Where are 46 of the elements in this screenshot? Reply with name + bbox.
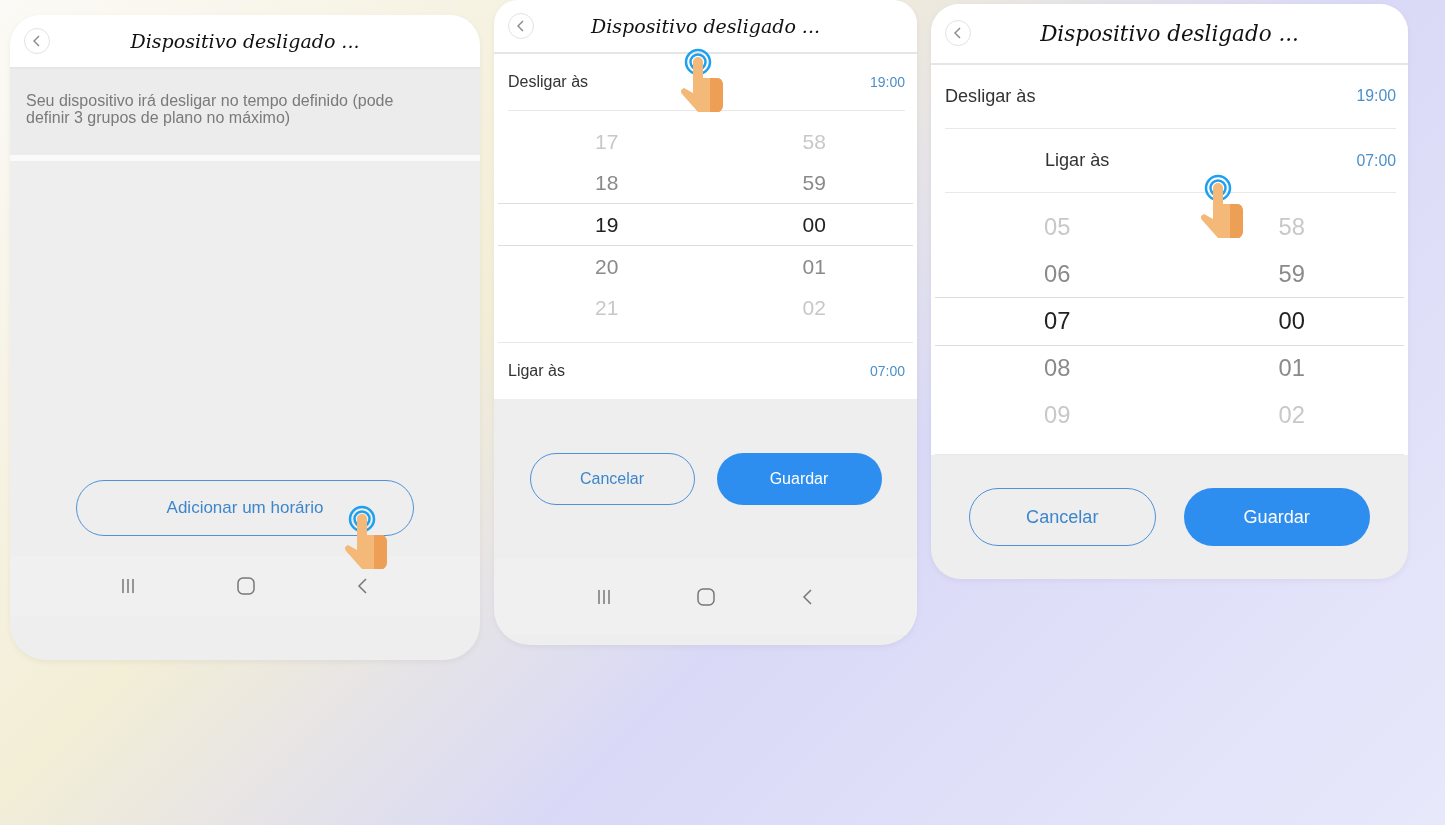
- time-value: 07:00: [1356, 151, 1396, 170]
- time-value: 19:00: [1356, 87, 1396, 106]
- row-label: Desligar às: [508, 73, 589, 91]
- row-label: Ligar às: [1044, 150, 1110, 172]
- back-button[interactable]: [508, 13, 534, 39]
- hour-value: 18: [594, 170, 620, 195]
- hour-value: 19: [594, 212, 620, 237]
- picker-row[interactable]: 19 00: [498, 203, 913, 246]
- recent-apps-icon: [596, 588, 613, 606]
- picker-row[interactable]: 06 59: [935, 250, 1404, 298]
- picker-row[interactable]: 08 01: [935, 345, 1404, 392]
- recent-apps-icon: [120, 577, 136, 595]
- picker-row[interactable]: 18 59: [498, 162, 913, 203]
- row-label: Desligar às: [945, 85, 1036, 107]
- hour-value: 08: [1043, 355, 1072, 383]
- chevron-left-icon: [953, 27, 963, 40]
- chevron-left-icon: [800, 587, 815, 607]
- minute-value: 00: [1277, 307, 1306, 335]
- chevron-left-icon: [516, 20, 526, 32]
- minute-value: 00: [801, 212, 827, 237]
- chevron-left-icon: [356, 576, 370, 596]
- time-value: 19:00: [869, 74, 905, 90]
- rounded-square-icon: [696, 587, 717, 607]
- save-button[interactable]: Guardar: [716, 453, 882, 505]
- minute-value: 59: [801, 170, 827, 195]
- minute-value: 59: [1277, 260, 1306, 288]
- hour-value: 06: [1043, 260, 1072, 288]
- description-text: Seu dispositivo irá desligar no tempo definido (pode definir 3 grupos de plano no máximo): [10, 69, 480, 161]
- screen-title: Dispositivo desligado ...: [1039, 20, 1300, 46]
- row-label: Ligar às: [508, 362, 565, 380]
- minute-value: 01: [1277, 355, 1306, 383]
- chevron-left-icon: [32, 35, 42, 47]
- save-button[interactable]: Guardar: [1183, 487, 1370, 547]
- back-button[interactable]: [24, 28, 50, 54]
- back-button[interactable]: [945, 20, 971, 47]
- time-setting-row[interactable]: Desligar às 19:00: [945, 64, 1396, 129]
- time-setting-row[interactable]: Ligar às 07:00: [508, 343, 905, 399]
- screen-title: Dispositivo desligado ...: [589, 15, 821, 37]
- time-value: 07:00: [869, 363, 905, 379]
- minute-value: 01: [801, 254, 827, 279]
- picker-row[interactable]: 07 00: [935, 297, 1404, 346]
- screen-title: Dispositivo desligado ...: [129, 30, 361, 52]
- rounded-square-icon: [236, 576, 256, 596]
- hour-value: 07: [1043, 307, 1072, 335]
- hour-value: 20: [594, 254, 620, 279]
- picker-row[interactable]: 20 01: [498, 246, 913, 287]
